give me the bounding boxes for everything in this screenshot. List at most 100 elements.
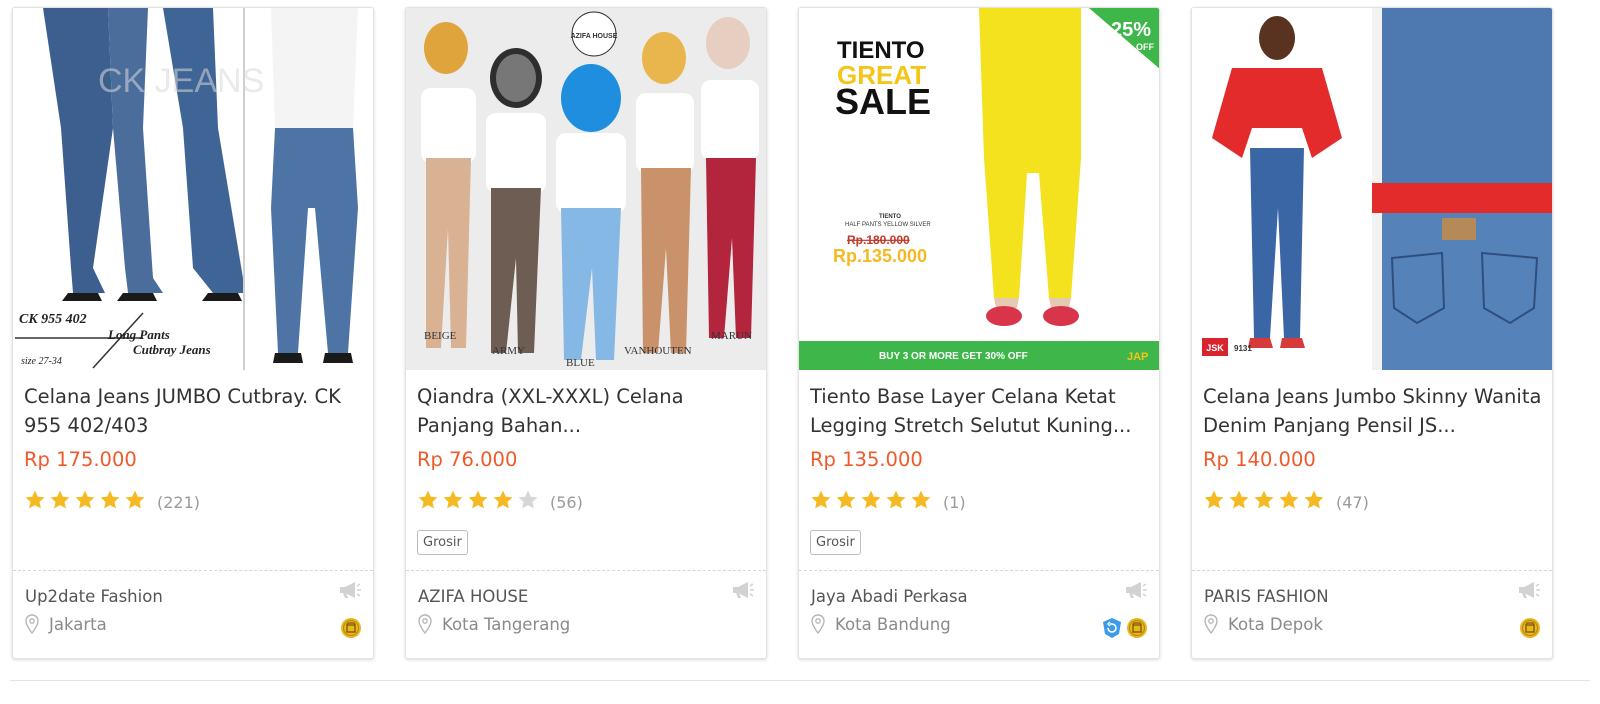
- svg-text:Long Pants: Long Pants: [107, 327, 170, 342]
- megaphone-icon[interactable]: [1517, 581, 1541, 599]
- svg-text:size 27-34: size 27-34: [21, 356, 62, 367]
- star-icon: [1229, 490, 1249, 509]
- shop-location: Kota Depok: [1204, 614, 1323, 634]
- star-icon: [75, 490, 95, 509]
- svg-text:JAP: JAP: [1127, 351, 1148, 363]
- location-text: Jakarta: [49, 614, 107, 634]
- shop-location: Jakarta: [25, 614, 107, 634]
- star-icon: [811, 490, 831, 509]
- trust-badges: [340, 617, 362, 639]
- rating: (221): [24, 489, 200, 515]
- megaphone-icon[interactable]: [1124, 581, 1148, 599]
- shop-name[interactable]: Up2date Fashion: [25, 587, 163, 606]
- product-title[interactable]: Celana Jeans JUMBO Cutbray. CK 955 402/4…: [24, 382, 364, 440]
- product-card[interactable]: 25% OFF TIENTO GREAT SALE TIENTO HALF PA…: [798, 7, 1160, 659]
- star-icon: [418, 490, 438, 509]
- brand-logo-text: AZIFA HOUSE: [571, 33, 618, 40]
- svg-text:Cutbray Jeans: Cutbray Jeans: [133, 342, 211, 357]
- star-rating: [810, 489, 935, 515]
- star-icon: [1279, 490, 1299, 509]
- rating: (47): [1203, 489, 1369, 515]
- gold-merchant-icon: [1520, 618, 1540, 638]
- product-image[interactable]: AZIFA HOUSE BEIGE ARMY BLUE VANHOUTEN MA…: [406, 8, 766, 370]
- trust-badges: [1101, 617, 1148, 639]
- product-grid: CK JEANS CK 955 402 Long Pants Cutbray J…: [12, 7, 1592, 659]
- product-image[interactable]: JSK 9131: [1192, 8, 1552, 370]
- trust-badges: [1519, 617, 1541, 639]
- product-price: Rp 135.000: [810, 448, 923, 471]
- svg-text:BEIGE: BEIGE: [424, 330, 457, 342]
- shop-name[interactable]: PARIS FASHION: [1204, 587, 1329, 606]
- star-icon: [100, 490, 120, 509]
- svg-text:Rp.180.000: Rp.180.000: [847, 233, 910, 247]
- review-count: (47): [1336, 492, 1369, 512]
- svg-text:MARUN: MARUN: [711, 330, 752, 342]
- shop-info: AZIFA HOUSE Kota Tangerang: [406, 570, 766, 658]
- svg-text:HALF PANTS YELLOW SILVER: HALF PANTS YELLOW SILVER: [845, 222, 931, 228]
- return-policy-icon: [1103, 618, 1121, 638]
- product-price: Rp 175.000: [24, 448, 137, 471]
- shop-info: PARIS FASHION Kota Depok: [1192, 570, 1552, 658]
- star-icon: [518, 490, 538, 509]
- star-icon: [911, 490, 931, 509]
- star-rating: [417, 489, 542, 515]
- svg-text:ARMY: ARMY: [492, 345, 525, 357]
- star-icon: [1304, 490, 1324, 509]
- svg-text:VANHOUTEN: VANHOUTEN: [624, 345, 692, 357]
- shop-location: Kota Tangerang: [418, 614, 570, 634]
- star-icon: [25, 490, 45, 509]
- megaphone-icon[interactable]: [731, 581, 755, 599]
- product-card[interactable]: AZIFA HOUSE BEIGE ARMY BLUE VANHOUTEN MA…: [405, 7, 767, 659]
- location-text: Kota Tangerang: [442, 614, 571, 634]
- product-title[interactable]: Tiento Base Layer Celana Ketat Legging S…: [810, 382, 1150, 440]
- svg-text:SALE: SALE: [835, 81, 931, 122]
- svg-text:JSK: JSK: [1206, 343, 1224, 353]
- svg-text:CK JEANS: CK JEANS: [98, 62, 264, 100]
- gold-merchant-icon: [1127, 618, 1147, 638]
- star-icon: [886, 490, 906, 509]
- product-title[interactable]: Qiandra (XXL-XXXL) Celana Panjang Bahan.…: [417, 382, 757, 440]
- gold-merchant-icon: [341, 618, 361, 638]
- wholesale-badge: Grosir: [810, 530, 861, 555]
- location-text: Kota Depok: [1228, 614, 1323, 634]
- star-icon: [493, 490, 513, 509]
- svg-text:TIENTO: TIENTO: [879, 214, 901, 220]
- svg-text:BLUE: BLUE: [566, 357, 595, 369]
- star-icon: [443, 490, 463, 509]
- star-icon: [861, 490, 881, 509]
- megaphone-icon[interactable]: [338, 581, 362, 599]
- star-rating: [1203, 489, 1328, 515]
- location-text: Kota Bandung: [835, 614, 951, 634]
- section-divider: [10, 680, 1590, 681]
- product-price: Rp 76.000: [417, 448, 518, 471]
- review-count: (1): [943, 492, 966, 512]
- product-card[interactable]: CK JEANS CK 955 402 Long Pants Cutbray J…: [12, 7, 374, 659]
- review-count: (56): [550, 492, 583, 512]
- svg-text:Rp.135.000: Rp.135.000: [833, 246, 927, 266]
- shop-location: Kota Bandung: [811, 614, 951, 634]
- product-price: Rp 140.000: [1203, 448, 1316, 471]
- location-pin-icon: [811, 614, 825, 634]
- wholesale-badge: Grosir: [417, 530, 468, 555]
- shop-name[interactable]: Jaya Abadi Perkasa: [811, 587, 968, 606]
- star-icon: [468, 490, 488, 509]
- shop-info: Jaya Abadi Perkasa Kota Bandung: [799, 570, 1159, 658]
- location-pin-icon: [25, 614, 39, 634]
- star-icon: [125, 490, 145, 509]
- rating: (1): [810, 489, 966, 515]
- star-icon: [1254, 490, 1274, 509]
- product-card[interactable]: JSK 9131 Celana Jeans Jumbo Skinny Wanit…: [1191, 7, 1553, 659]
- shop-info: Up2date Fashion Jakarta: [13, 570, 373, 658]
- svg-text:25%: 25%: [1111, 19, 1151, 41]
- product-image[interactable]: CK JEANS CK 955 402 Long Pants Cutbray J…: [13, 8, 373, 370]
- star-icon: [1204, 490, 1224, 509]
- svg-text:9131: 9131: [1234, 344, 1252, 353]
- shop-name[interactable]: AZIFA HOUSE: [418, 587, 528, 606]
- star-icon: [836, 490, 856, 509]
- rating: (56): [417, 489, 583, 515]
- svg-text:OFF: OFF: [1136, 42, 1154, 52]
- image-code-text: CK 955 402: [19, 312, 87, 327]
- star-icon: [50, 490, 70, 509]
- product-title[interactable]: Celana Jeans Jumbo Skinny Wanita Denim P…: [1203, 382, 1543, 440]
- product-image[interactable]: 25% OFF TIENTO GREAT SALE TIENTO HALF PA…: [799, 8, 1159, 370]
